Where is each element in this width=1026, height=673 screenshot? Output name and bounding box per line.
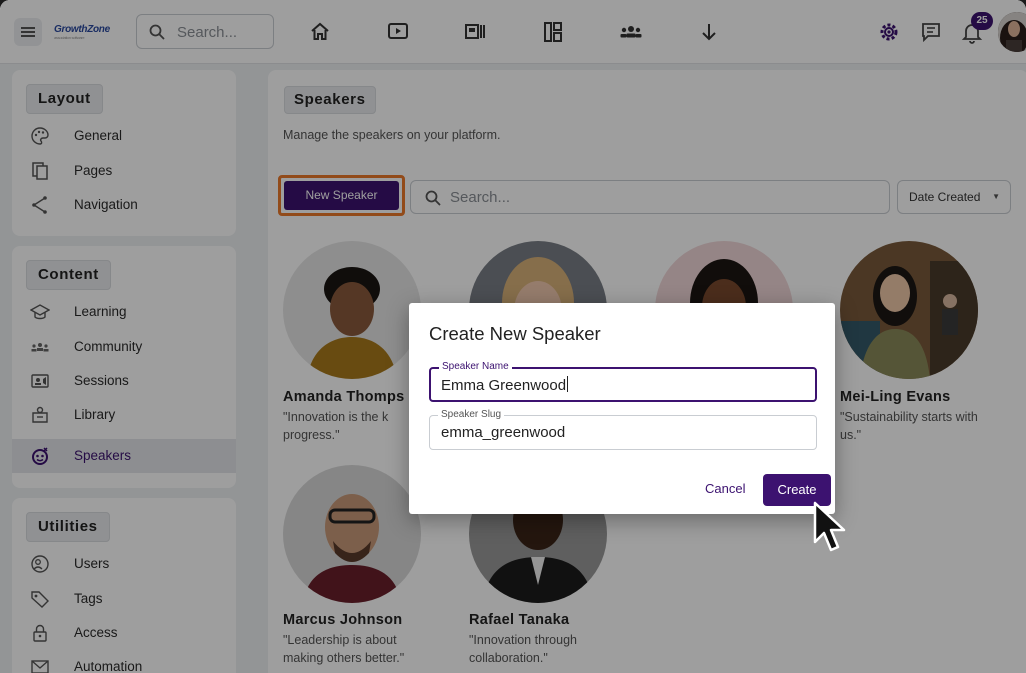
text-caret (567, 376, 569, 392)
field-label: Speaker Slug (438, 409, 505, 420)
app-window: GrowthZone association software Search..… (0, 0, 1026, 673)
mouse-cursor-icon (813, 501, 846, 552)
cancel-button[interactable]: Cancel (705, 481, 745, 496)
field-value: Emma Greenwood (441, 377, 567, 394)
create-speaker-dialog: Create New Speaker Speaker Name Emma Gre… (409, 303, 835, 514)
dialog-title: Create New Speaker (429, 323, 601, 344)
speaker-slug-field[interactable]: Speaker Slug emma_greenwood (429, 409, 817, 450)
field-label: Speaker Name (439, 361, 512, 372)
field-value: emma_greenwood (441, 424, 566, 441)
speaker-name-field[interactable]: Speaker Name Emma Greenwood (429, 361, 817, 402)
